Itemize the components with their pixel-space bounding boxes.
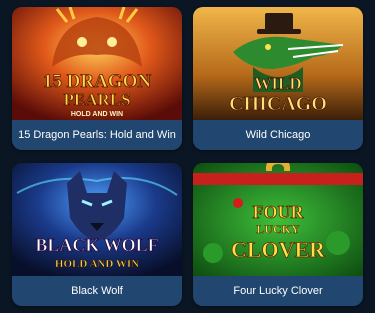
- game-grid: 15 DRAGON PEARLS HOLD AND WIN 15 Dragon …: [0, 0, 375, 313]
- game-title[interactable]: Black Wolf: [12, 276, 182, 306]
- game-card-black-wolf[interactable]: BLACK WOLF HOLD AND WIN Black Wolf: [12, 163, 182, 306]
- game-card-four-lucky-clover[interactable]: FOUR LUCKY CLOVER Four Lucky Clover: [193, 163, 363, 306]
- game-thumbnail[interactable]: 15 DRAGON PEARLS HOLD AND WIN: [12, 7, 182, 120]
- game-card-dragon-pearls[interactable]: 15 DRAGON PEARLS HOLD AND WIN 15 Dragon …: [12, 7, 182, 150]
- game-card-wild-chicago[interactable]: WILD CHICAGO Wild Chicago: [193, 7, 363, 150]
- game-thumbnail[interactable]: FOUR LUCKY CLOVER: [193, 163, 363, 276]
- game-title[interactable]: Wild Chicago: [193, 120, 363, 150]
- art-title-line1: FOUR: [253, 202, 305, 222]
- art-title-line1: 15 DRAGON: [43, 71, 151, 92]
- art-title-line1: BLACK WOLF: [35, 235, 158, 255]
- art-title-line2: PEARLS: [63, 90, 130, 109]
- art-title-line1: WILD: [254, 74, 301, 93]
- game-title[interactable]: Four Lucky Clover: [193, 276, 363, 306]
- art-subtitle: HOLD AND WIN: [55, 258, 139, 270]
- game-thumbnail[interactable]: BLACK WOLF HOLD AND WIN: [12, 163, 182, 276]
- art-title-line2: LUCKY: [256, 222, 300, 236]
- game-thumbnail[interactable]: WILD CHICAGO: [193, 7, 363, 120]
- game-title[interactable]: 15 Dragon Pearls: Hold and Win: [12, 120, 182, 150]
- art-title-line3: CLOVER: [231, 237, 326, 262]
- art-subtitle: HOLD AND WIN: [71, 111, 123, 118]
- art-title-line2: CHICAGO: [229, 93, 327, 115]
